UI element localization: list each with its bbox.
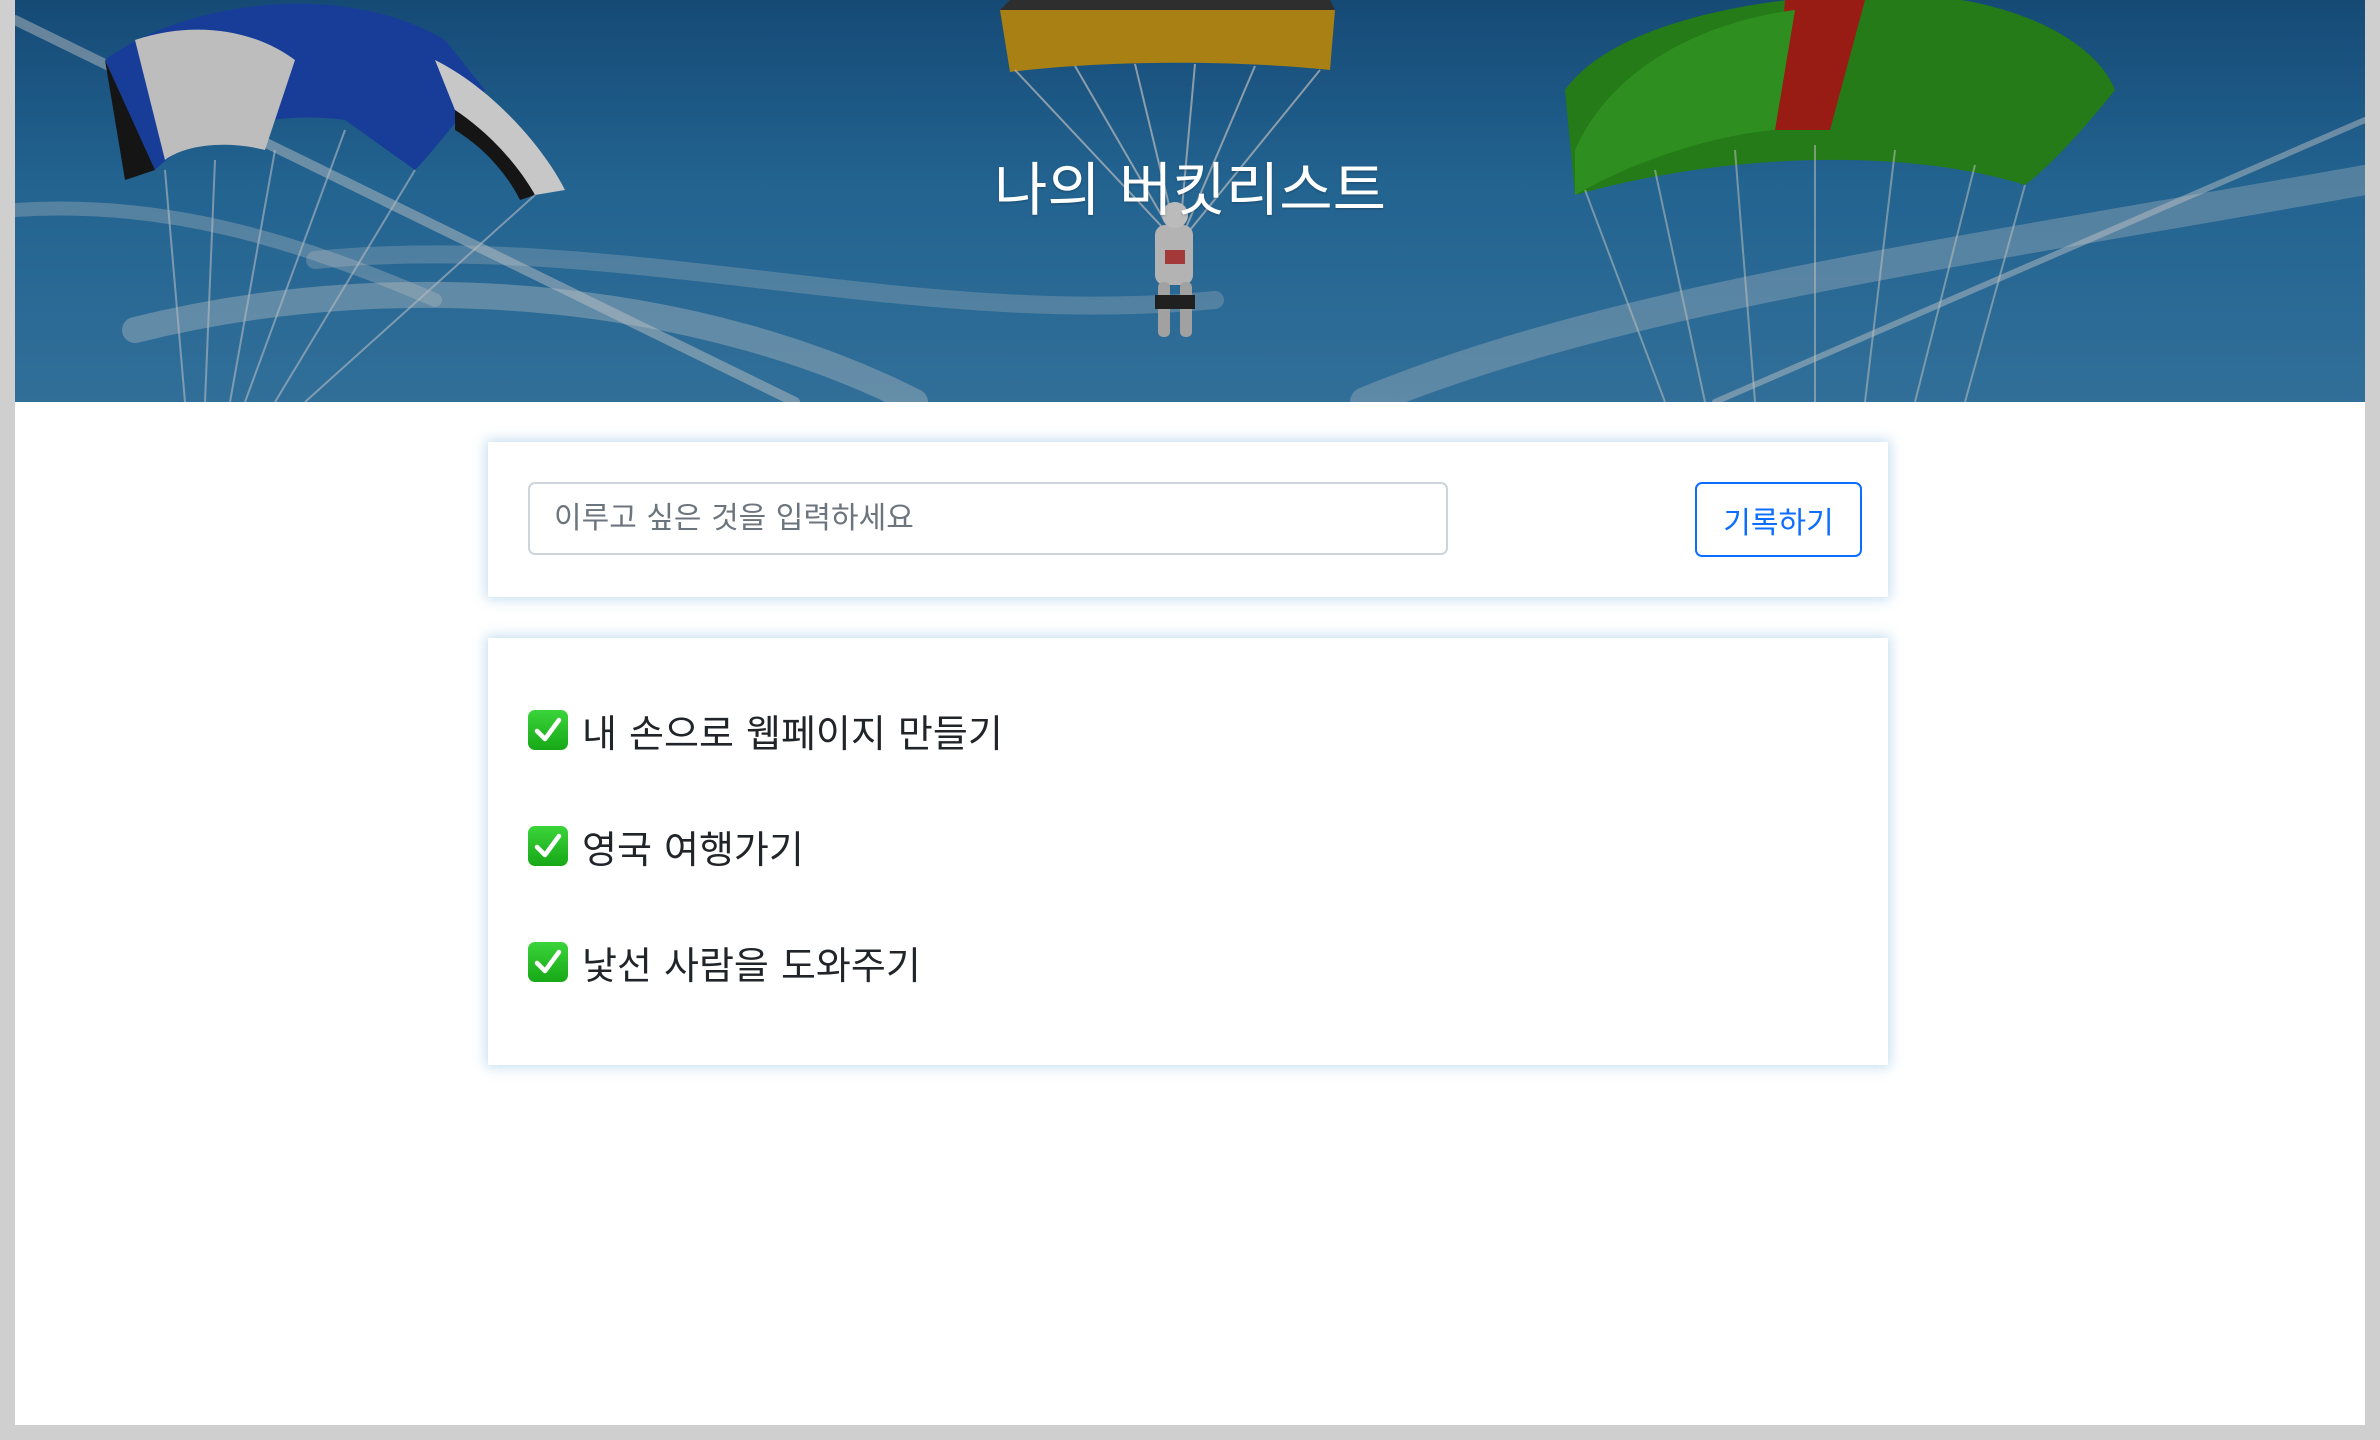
- page-title: 나의 버킷리스트: [994, 156, 1386, 224]
- hero-banner: 나의 버킷리스트: [15, 0, 2365, 402]
- list-item-text: 내 손으로 웹페이지 만들기: [582, 711, 1003, 756]
- bucket-list: 내 손으로 웹페이지 만들기 영국 여행가기 낯선 사람을 도와주기: [528, 700, 1003, 1048]
- bucket-input[interactable]: [528, 482, 1448, 555]
- check-mark-icon: [528, 710, 568, 750]
- page: 나의 버킷리스트 기록하기 내 손으로 웹페이지 만들기 영국 여행가기: [15, 0, 2365, 1425]
- record-button[interactable]: 기록하기: [1695, 482, 1862, 557]
- list-item-text: 낯선 사람을 도와주기: [582, 943, 921, 988]
- list-item: 내 손으로 웹페이지 만들기: [528, 700, 1003, 760]
- list-item: 낯선 사람을 도와주기: [528, 932, 1003, 992]
- check-mark-icon: [528, 826, 568, 866]
- bucket-list-card: 내 손으로 웹페이지 만들기 영국 여행가기 낯선 사람을 도와주기: [488, 638, 1888, 1065]
- bucket-form-card: 기록하기: [488, 442, 1888, 597]
- list-item-text: 영국 여행가기: [582, 827, 804, 872]
- check-mark-icon: [528, 942, 568, 982]
- list-item: 영국 여행가기: [528, 816, 1003, 876]
